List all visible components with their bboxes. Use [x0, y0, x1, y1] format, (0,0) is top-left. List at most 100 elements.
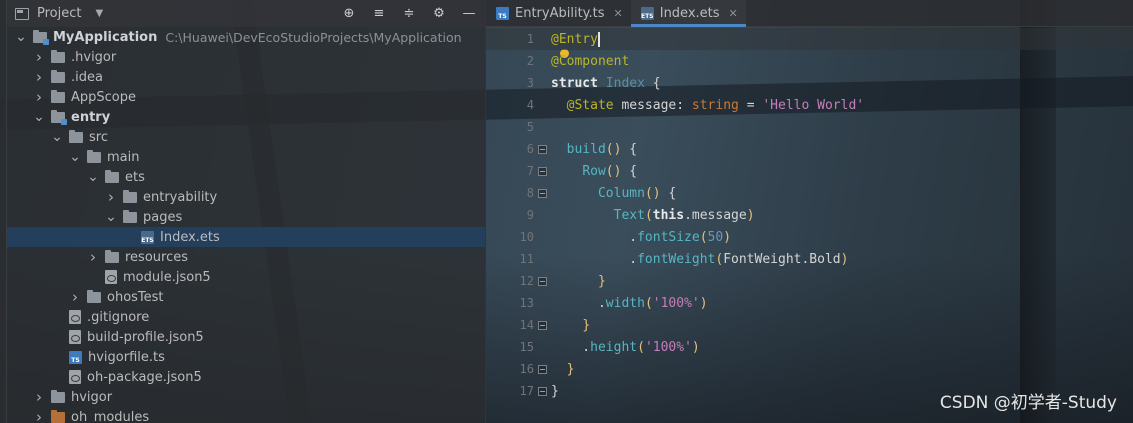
code-text[interactable]: struct Index { [550, 76, 661, 91]
code-text[interactable]: .width('100%') [550, 296, 708, 311]
editor-tab-label: Index.ets [659, 5, 720, 21]
chevron-down-icon[interactable]: ⌄ [33, 109, 45, 125]
tree-item[interactable]: ›build-profile.json5 [7, 327, 485, 347]
tree-item[interactable]: › oh_modules [7, 407, 485, 423]
code-text[interactable]: .fontSize(50) [550, 230, 731, 245]
fold-icon[interactable] [537, 320, 547, 330]
code-token: } [551, 383, 559, 399]
chevron-right-icon[interactable]: › [69, 288, 81, 306]
code-text[interactable]: @State message: string = 'Hello World' [550, 98, 864, 113]
code-token: string [691, 97, 739, 113]
line-number: 4 [526, 98, 534, 112]
folder-icon [105, 249, 119, 263]
line-number: 7 [526, 164, 534, 178]
tree-item[interactable]: ⌄ MyApplication C:\Huawei\DevEcoStudioProj… [7, 27, 485, 47]
chevron-right-icon[interactable]: › [33, 408, 45, 423]
fold-icon[interactable] [537, 188, 547, 198]
tree-item[interactable]: › hvigor [7, 387, 485, 407]
editor-tab[interactable]: TS EntryAbility.ts ✕ [486, 0, 631, 26]
tree-item[interactable]: ⌄ src [7, 127, 485, 147]
code-editor: TS EntryAbility.ts ✕ ETS Index.ets ✕ 1 @Entry 2… [486, 0, 1133, 423]
code-text[interactable]: .height('100%') [550, 339, 699, 355]
tree-item[interactable]: ›oh-package.json5 [7, 367, 485, 387]
tool-window-strip[interactable] [0, 0, 7, 423]
fold-icon[interactable] [537, 166, 547, 176]
chevron-right-icon[interactable]: › [105, 188, 117, 206]
tree-item[interactable]: ⌄ entry [7, 107, 485, 127]
chevron-right-icon[interactable]: › [33, 88, 45, 106]
code-token: .message [684, 207, 747, 223]
tree-item-label: .gitignore [87, 309, 150, 325]
gear-icon[interactable]: ⚙ [431, 6, 447, 22]
code-area[interactable]: 1 @Entry 2 @Component 3 struct Index {4 @Stat… [486, 28, 1133, 423]
ets-file-icon: ETS [141, 230, 154, 244]
code-text[interactable]: } [550, 318, 590, 333]
tree-item-label: oh-package.json5 [87, 369, 202, 385]
code-token: build [566, 141, 606, 157]
code-text[interactable]: } [550, 274, 606, 289]
chevron-down-icon[interactable]: ⌄ [87, 169, 99, 185]
chevron-right-icon[interactable]: › [33, 388, 45, 406]
chevron-right-icon[interactable]: › [33, 48, 45, 66]
folder-icon [51, 89, 65, 103]
tree-item[interactable]: ⌄ pages [7, 207, 485, 227]
chevron-down-icon[interactable]: ⌄ [51, 129, 63, 145]
chevron-right-icon[interactable]: › [33, 68, 45, 86]
expand-all-icon[interactable]: ≡ [371, 6, 387, 22]
code-text[interactable]: } [550, 384, 559, 399]
tree-item[interactable]: ›module.json5 [7, 267, 485, 287]
chevron-down-icon[interactable]: ⌄ [15, 29, 27, 45]
code-text[interactable]: build() { [550, 142, 637, 157]
tree-item[interactable]: › entryability [7, 187, 485, 207]
code-token: ( [644, 295, 653, 311]
line-number: 14 [519, 318, 534, 332]
close-icon[interactable]: ✕ [614, 7, 623, 20]
code-token: @State [566, 97, 614, 113]
fold-icon[interactable] [537, 386, 547, 396]
project-view-selector[interactable]: Project [37, 6, 81, 21]
tree-item[interactable]: › resources [7, 247, 485, 267]
fold-icon[interactable] [537, 276, 547, 286]
folder-icon [123, 189, 137, 203]
code-line: 10 .fontSize(50) [486, 226, 1133, 248]
ts-file-icon: TS [496, 6, 509, 20]
code-text[interactable]: Text(this.message) [550, 208, 755, 223]
folder-icon [51, 389, 65, 403]
code-text[interactable]: @Entry [550, 31, 600, 47]
code-text[interactable]: Row() { [550, 164, 637, 179]
tree-item-label: Index.ets [160, 229, 220, 245]
fold-icon[interactable] [537, 144, 547, 154]
chevron-right-icon[interactable]: › [87, 248, 99, 266]
collapse-all-icon[interactable]: ≑ [401, 6, 417, 22]
chevron-down-icon[interactable]: ⌄ [69, 149, 81, 165]
code-token: { [621, 141, 638, 157]
json-file-icon [69, 370, 81, 384]
editor-tab[interactable]: ETS Index.ets ✕ [630, 0, 746, 27]
tree-item[interactable]: ›ETSIndex.ets [7, 227, 485, 247]
tree-item[interactable]: › ohosTest [7, 287, 485, 307]
locate-icon[interactable]: ⊕ [341, 6, 357, 22]
fold-icon[interactable] [537, 364, 547, 374]
code-token: @Component [551, 53, 630, 69]
code-token: Index [605, 75, 645, 91]
code-line: 13 .width('100%') [486, 292, 1133, 314]
tree-item-label: .idea [71, 69, 103, 85]
tree-item[interactable]: ⌄ ets [7, 167, 485, 187]
tree-item[interactable]: › AppScope [7, 87, 485, 107]
code-text[interactable]: @Component [550, 54, 629, 69]
line-number: 9 [526, 208, 534, 222]
chevron-down-icon[interactable]: ⌄ [105, 209, 117, 225]
tree-item[interactable]: ›.gitignore [7, 307, 485, 327]
tree-item[interactable]: › .idea [7, 67, 485, 87]
chevron-down-icon[interactable]: ▼ [95, 8, 103, 19]
code-token: '100%' [644, 339, 692, 355]
code-text[interactable]: .fontWeight(FontWeight.Bold) [550, 252, 848, 267]
code-text[interactable]: Column() { [550, 186, 676, 201]
tree-item[interactable]: › .hvigor [7, 47, 485, 67]
code-token: this [652, 207, 685, 223]
code-text[interactable]: } [550, 362, 575, 377]
tree-item[interactable]: ⌄ main [7, 147, 485, 167]
close-icon[interactable]: ✕ [729, 7, 738, 20]
hide-icon[interactable]: — [461, 6, 477, 22]
tree-item[interactable]: ›TShvigorfile.ts [7, 347, 485, 367]
